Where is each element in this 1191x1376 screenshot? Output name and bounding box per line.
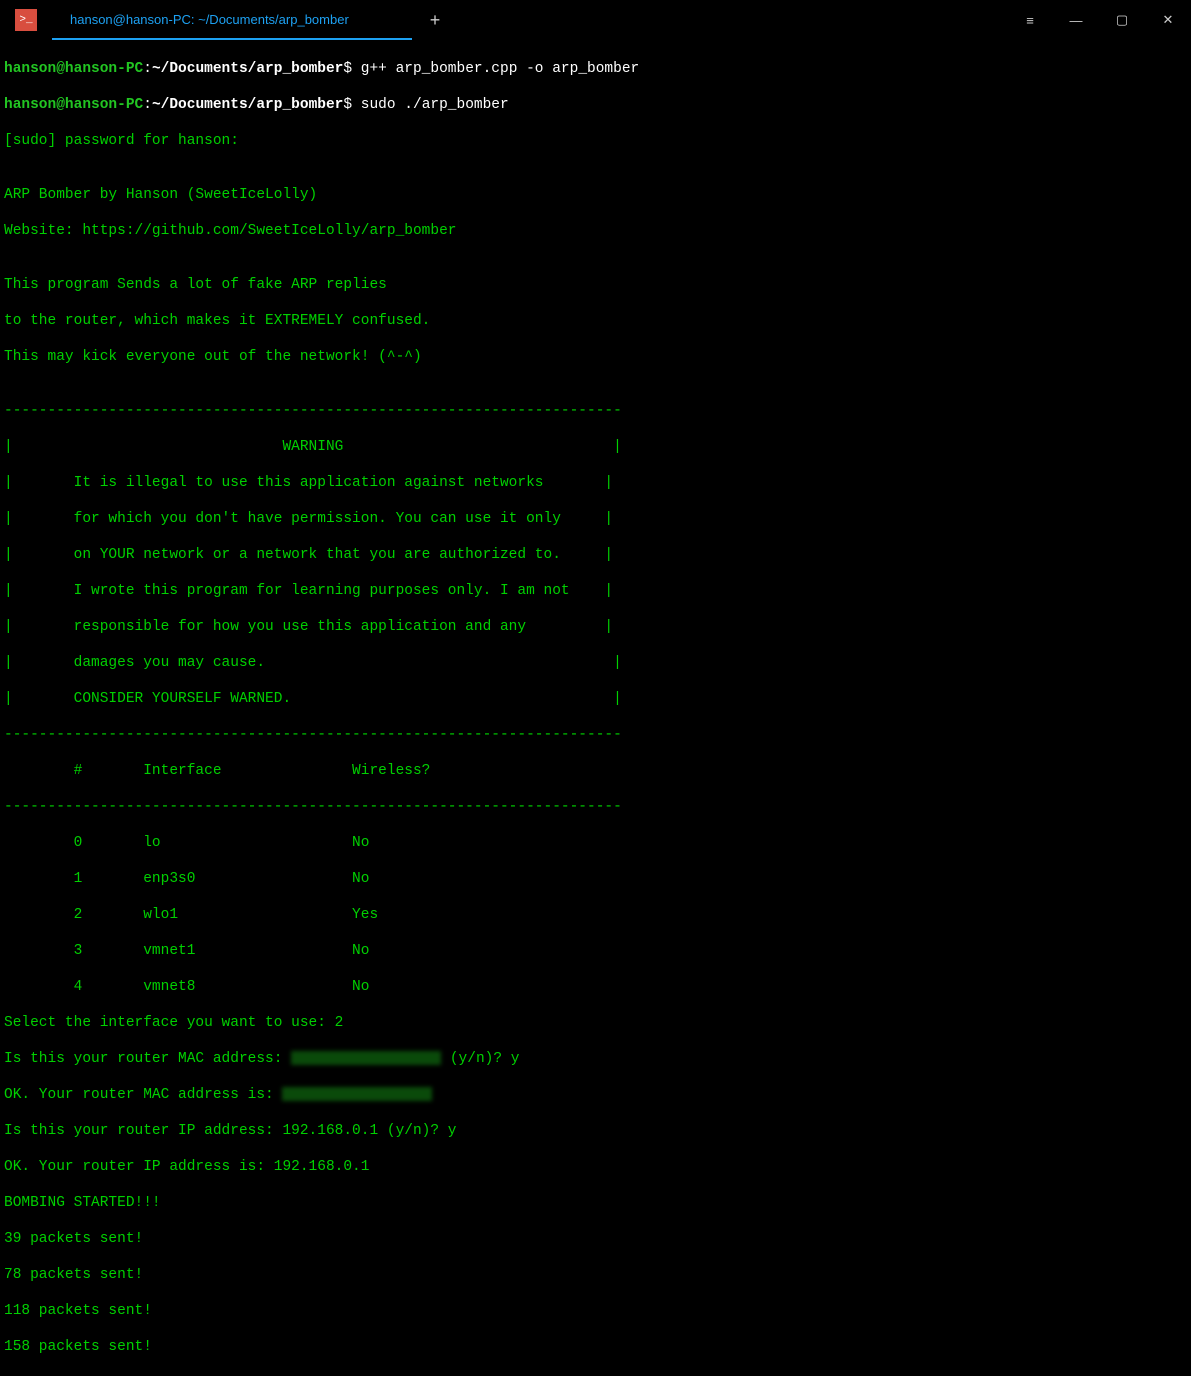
output-line: 2 wlo1 Yes [4,906,1187,924]
output-line: 4 vmnet8 No [4,978,1187,996]
minimize-button[interactable]: — [1053,0,1099,40]
terminal-output[interactable]: hanson@hanson-PC:~/Documents/arp_bomber$… [0,40,1191,1376]
prompt-path: ~/Documents/arp_bomber [152,97,343,113]
terminal-icon: >_ [15,9,37,31]
output-line: | WARNING | [4,438,1187,456]
prompt-colon: : [143,97,152,113]
prompt-dollar: $ [343,97,352,113]
maximize-button[interactable]: ▢ [1099,0,1145,40]
output-line: 39 packets sent! [4,1230,1187,1248]
output-line: | CONSIDER YOURSELF WARNED. | [4,690,1187,708]
output-line: 158 packets sent! [4,1338,1187,1356]
output-line: 3 vmnet1 No [4,942,1187,960]
prompt-line: hanson@hanson-PC:~/Documents/arp_bomber$… [4,60,1187,78]
output-line: This may kick everyone out of the networ… [4,348,1187,366]
prompt-path: ~/Documents/arp_bomber [152,61,343,77]
output-line: ARP Bomber by Hanson (SweetIceLolly) [4,186,1187,204]
tab-title: hanson@hanson-PC: ~/Documents/arp_bomber [70,12,349,27]
add-tab-button[interactable]: + [412,0,458,40]
redacted-mac [282,1087,432,1101]
prompt-user: hanson@hanson-PC [4,97,143,113]
prompt-dollar: $ [343,61,352,77]
output-line: 0 lo No [4,834,1187,852]
output-line: This program Sends a lot of fake ARP rep… [4,276,1187,294]
titlebar-spacer [458,0,1007,40]
output-line: | responsible for how you use this appli… [4,618,1187,636]
prompt-user: hanson@hanson-PC [4,61,143,77]
prompt-colon: : [143,61,152,77]
output-line: 1 enp3s0 No [4,870,1187,888]
output-line: ----------------------------------------… [4,726,1187,744]
output-line: | for which you don't have permission. Y… [4,510,1187,528]
close-button[interactable]: ✕ [1145,0,1191,40]
output-line: OK. Your router MAC address is: [4,1086,1187,1104]
titlebar: >_ hanson@hanson-PC: ~/Documents/arp_bom… [0,0,1191,40]
redacted-mac [291,1051,441,1065]
output-line: | It is illegal to use this application … [4,474,1187,492]
output-line: Is this your router MAC address: (y/n)? … [4,1050,1187,1068]
command-text: sudo ./arp_bomber [352,97,509,113]
output-text: Is this your router MAC address: [4,1051,291,1067]
output-line: Select the interface you want to use: 2 [4,1014,1187,1032]
output-line: 118 packets sent! [4,1302,1187,1320]
prompt-line: hanson@hanson-PC:~/Documents/arp_bomber$… [4,96,1187,114]
command-text: g++ arp_bomber.cpp -o arp_bomber [352,61,639,77]
output-line: [sudo] password for hanson: [4,132,1187,150]
output-text: (y/n)? y [441,1051,519,1067]
output-line: 78 packets sent! [4,1266,1187,1284]
output-line: ----------------------------------------… [4,402,1187,420]
menu-button[interactable]: ≡ [1007,0,1053,40]
output-line: | damages you may cause. | [4,654,1187,672]
tab-active[interactable]: hanson@hanson-PC: ~/Documents/arp_bomber [52,0,412,40]
output-line: BOMBING STARTED!!! [4,1194,1187,1212]
output-line: # Interface Wireless? [4,762,1187,780]
output-line: to the router, which makes it EXTREMELY … [4,312,1187,330]
output-line: Is this your router IP address: 192.168.… [4,1122,1187,1140]
output-line: | I wrote this program for learning purp… [4,582,1187,600]
window-controls: ≡ — ▢ ✕ [1007,0,1191,40]
output-line: Website: https://github.com/SweetIceLoll… [4,222,1187,240]
app-icon: >_ [0,0,52,40]
output-line: OK. Your router IP address is: 192.168.0… [4,1158,1187,1176]
output-line: | on YOUR network or a network that you … [4,546,1187,564]
output-line: ----------------------------------------… [4,798,1187,816]
output-text: OK. Your router MAC address is: [4,1087,282,1103]
